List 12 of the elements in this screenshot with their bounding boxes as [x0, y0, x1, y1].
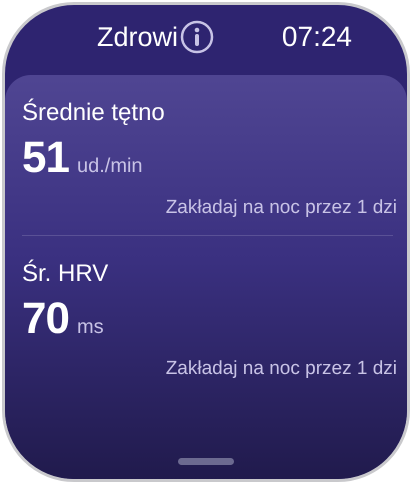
clock-time: 07:24 [282, 21, 352, 53]
metric-label: Średnie tętno [22, 99, 166, 127]
metric-value: 51 [22, 133, 69, 183]
hint-text: Zakładaj na noc przez 1 dzi [166, 358, 397, 380]
hint-text: Zakładaj na noc przez 1 dzi [166, 197, 397, 219]
app-title: Zdrowi [97, 22, 178, 52]
home-indicator[interactable] [178, 458, 234, 465]
info-icon[interactable] [180, 20, 214, 54]
metric-unit: ud./min [76, 155, 143, 178]
metric-label: Śr. HRV [22, 260, 110, 288]
metric-unit: ms [76, 316, 104, 339]
metric-value: 70 [22, 294, 69, 344]
